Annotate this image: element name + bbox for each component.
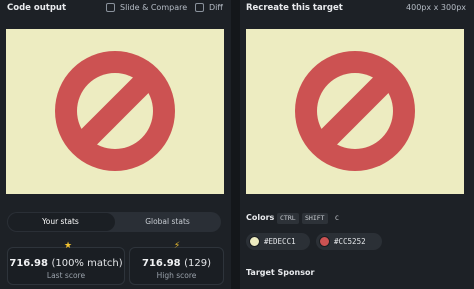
shortcut-key-ctrl: CTRL (277, 213, 299, 224)
diff-toggle[interactable]: Diff (195, 3, 223, 12)
high-score-detail: (129) (184, 258, 211, 269)
target-dimensions: 400px x 300px (406, 3, 466, 12)
slide-compare-toggle[interactable]: Slide & Compare (106, 3, 187, 12)
lightning-icon: ⚡ (173, 241, 181, 251)
swatch-label: #EDECC1 (264, 237, 296, 246)
shortcut-key-shift: SHIFT (302, 213, 328, 224)
last-score-detail: (100% match) (51, 258, 123, 269)
high-score-number: 716.98 (142, 258, 181, 269)
shortcut-key-c: C (335, 214, 339, 222)
stats-tab-switch: Your stats Global stats (7, 212, 221, 232)
star-icon: ★ (63, 241, 73, 251)
last-score-number: 716.98 (9, 258, 48, 269)
diff-label: Diff (209, 3, 223, 12)
last-score-label: Last score (46, 271, 86, 280)
colors-title: Colors (246, 213, 275, 222)
code-output-title: Code output (7, 3, 67, 13)
tab-global-stats[interactable]: Global stats (114, 212, 221, 232)
tab-your-stats[interactable]: Your stats (7, 212, 114, 232)
swatch-dot (319, 236, 330, 247)
slide-compare-label: Slide & Compare (120, 3, 188, 12)
diff-checkbox[interactable] (195, 3, 204, 12)
last-score-card: 716.98 (100% match) Last score (7, 247, 125, 285)
no-entry-icon (246, 29, 464, 194)
target-title: Recreate this target (246, 3, 343, 13)
code-output-panel: Code output Slide & Compare Diff Your st… (0, 0, 231, 289)
high-score-label: High score (156, 271, 197, 280)
target-sponsor-title: Target Sponsor (246, 268, 315, 277)
last-score-value: 716.98 (100% match) (8, 258, 124, 269)
target-canvas (246, 29, 464, 194)
panel-divider[interactable] (231, 0, 240, 289)
swatch-label: #CC5252 (334, 237, 366, 246)
target-panel: Recreate this target 400px x 300px Color… (240, 0, 474, 289)
swatch-dot (249, 236, 260, 247)
high-score-card: 716.98 (129) High score (129, 247, 224, 285)
no-entry-icon (6, 29, 224, 194)
color-swatch-edecc1[interactable]: #EDECC1 (246, 233, 310, 250)
color-swatch-cc5252[interactable]: #CC5252 (316, 233, 382, 250)
code-output-canvas[interactable] (6, 29, 224, 194)
slide-compare-checkbox[interactable] (106, 3, 115, 12)
high-score-value: 716.98 (129) (130, 258, 223, 269)
